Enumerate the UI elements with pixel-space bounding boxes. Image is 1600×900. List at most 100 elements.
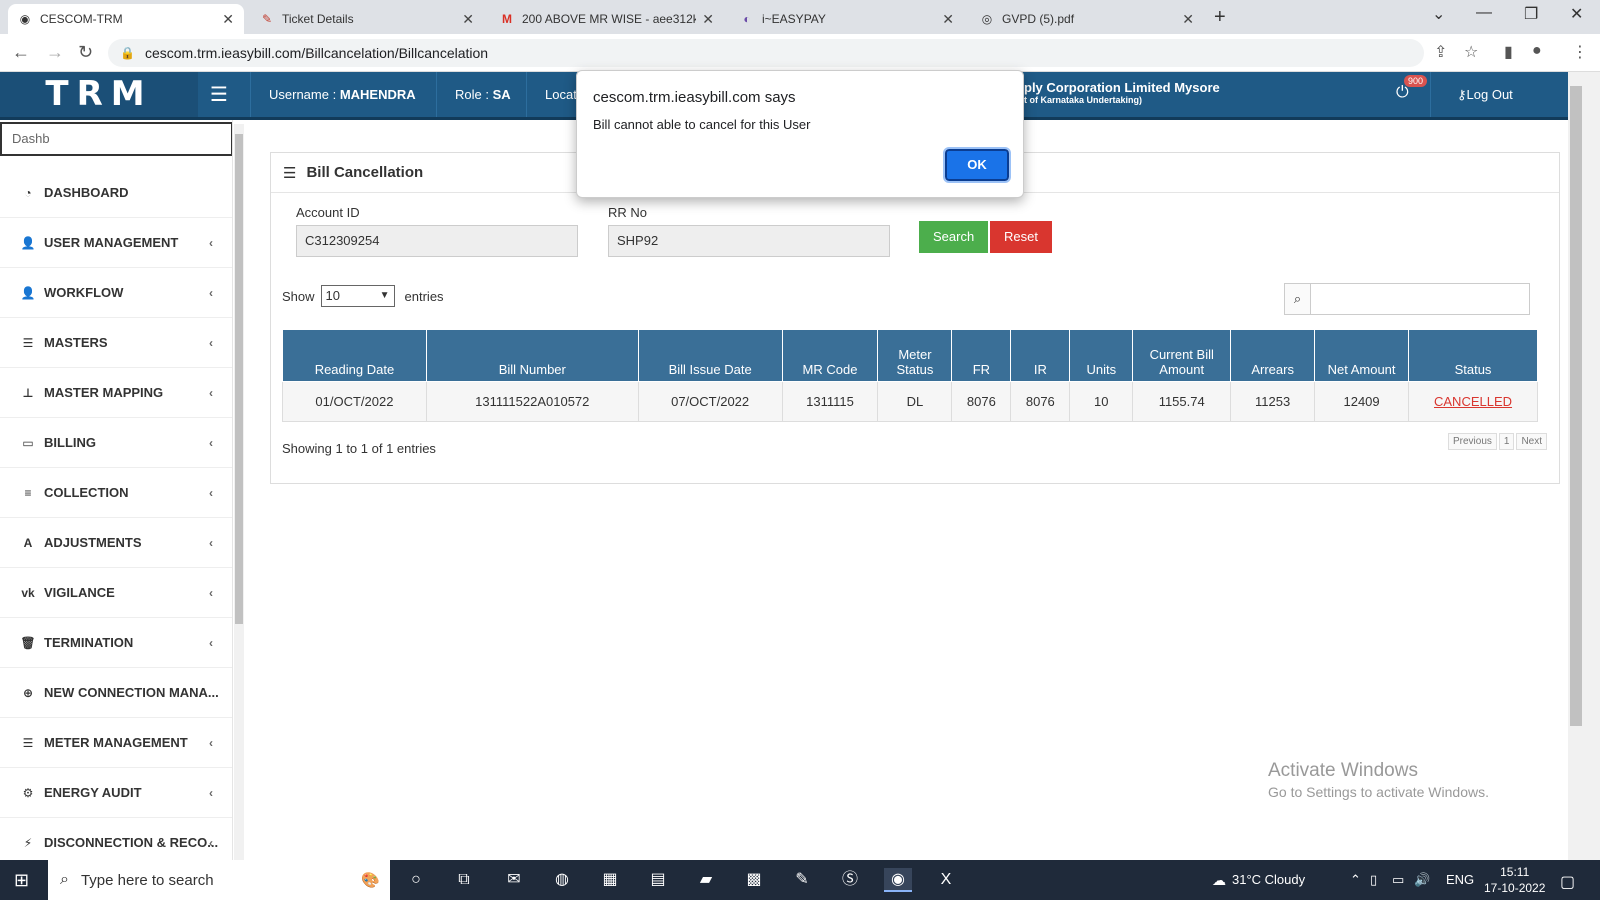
table-search-input[interactable] bbox=[1311, 284, 1529, 314]
language-indicator[interactable]: ENG bbox=[1446, 872, 1474, 887]
sidebar-item-energy-audit[interactable]: ⚙ ENERGY AUDIT ‹ bbox=[0, 768, 232, 818]
col-ir[interactable]: IR bbox=[1010, 329, 1071, 382]
ok-button[interactable]: OK bbox=[943, 147, 1011, 183]
task-view-icon[interactable]: ⧉ bbox=[450, 868, 478, 892]
entries-select[interactable]: 10 ▼ bbox=[320, 285, 395, 307]
mail-icon[interactable]: ✉ bbox=[500, 868, 528, 892]
weather-text[interactable]: 31°C Cloudy bbox=[1232, 872, 1305, 887]
sidebar-item-collection[interactable]: ≡ COLLECTION ‹ bbox=[0, 468, 232, 518]
avatar[interactable]: ● bbox=[1532, 42, 1542, 60]
edge-icon[interactable]: ◍ bbox=[548, 868, 576, 892]
close-window-icon[interactable]: ✕ bbox=[1570, 4, 1583, 24]
sidebar-search-input[interactable]: Dashb bbox=[0, 122, 232, 156]
close-icon[interactable]: ✕ bbox=[1182, 11, 1194, 28]
sidebar-item-vigilance[interactable]: vk VIGILANCE ‹ bbox=[0, 568, 232, 618]
col-fr[interactable]: FR bbox=[951, 329, 1012, 382]
col-meter-status[interactable]: Meter Status bbox=[877, 329, 953, 382]
reload-icon[interactable]: ↻ bbox=[78, 42, 93, 63]
col-mr-code[interactable]: MR Code bbox=[781, 329, 879, 382]
tab-easypay[interactable]: ◐ i~EASYPAY ✕ bbox=[730, 4, 964, 34]
cortana-icon[interactable]: ○ bbox=[402, 868, 430, 892]
sidebar-item-new-connection[interactable]: ⊕ NEW CONNECTION MANA... bbox=[0, 668, 232, 718]
sidebar-item-user-management[interactable]: 👤 USER MANAGEMENT ‹ bbox=[0, 218, 232, 268]
close-icon[interactable]: ✕ bbox=[702, 11, 714, 28]
col-status[interactable]: Status bbox=[1408, 329, 1538, 382]
sidebar-item-adjustments[interactable]: A ADJUSTMENTS ‹ bbox=[0, 518, 232, 568]
calendar-icon[interactable]: ▤ bbox=[644, 868, 672, 892]
col-bill-issue-date[interactable]: Bill Issue Date bbox=[637, 329, 783, 382]
entries-label: entries bbox=[404, 288, 444, 304]
notification-center-icon[interactable]: ▢ bbox=[1560, 872, 1575, 892]
sidebar-item-disconnection[interactable]: ⚡ DISCONNECTION & RECO... ‹ bbox=[0, 818, 232, 860]
paint-icon[interactable]: ✎ bbox=[788, 868, 816, 892]
page-1-button[interactable]: 1 bbox=[1498, 433, 1515, 450]
status-link[interactable]: CANCELLED bbox=[1434, 394, 1512, 409]
close-icon[interactable]: ✕ bbox=[222, 11, 234, 28]
scrollbar-thumb[interactable] bbox=[235, 134, 243, 624]
chevron-down-icon[interactable]: ⌄ bbox=[1432, 4, 1445, 24]
search-button[interactable]: Search bbox=[919, 221, 989, 253]
weather-icon[interactable]: ☁ bbox=[1212, 872, 1226, 889]
clock[interactable]: 15:11 17-10-2022 bbox=[1484, 864, 1545, 896]
page-scrollbar[interactable] bbox=[1568, 72, 1600, 860]
col-net-amount[interactable]: Net Amount bbox=[1314, 329, 1410, 382]
hamburger-icon[interactable]: ☰ bbox=[210, 82, 228, 107]
power-icon[interactable]: ⏻ bbox=[1396, 84, 1409, 102]
sidebar-item-masters[interactable]: ☰ MASTERS ‹ bbox=[0, 318, 232, 368]
url-field[interactable]: 🔒 cescom.trm.ieasybill.com/Billcancelati… bbox=[108, 39, 1424, 67]
col-units[interactable]: Units bbox=[1069, 329, 1134, 382]
volume-icon[interactable]: 🔊 bbox=[1414, 872, 1430, 888]
tab-ticket-details[interactable]: ✎ Ticket Details ✕ bbox=[250, 4, 484, 34]
table-info: Showing 1 to 1 of 1 entries bbox=[282, 441, 436, 456]
sidebar-item-workflow[interactable]: 👤 WORKFLOW ‹ bbox=[0, 268, 232, 318]
cell-status: CANCELLED bbox=[1408, 381, 1538, 422]
restore-icon[interactable]: ❐ bbox=[1524, 4, 1538, 24]
close-icon[interactable]: ✕ bbox=[942, 11, 954, 28]
tab-gvpd-pdf[interactable]: ◎ GVPD (5).pdf ✕ bbox=[970, 4, 1204, 34]
taskbar-search[interactable]: ⌕ Type here to search 🎨 bbox=[48, 860, 390, 900]
sidebar-item-dashboard[interactable]: ◔ DASHBOARD bbox=[0, 168, 232, 218]
tab-gmail[interactable]: M 200 ABOVE MR WISE - aee312ko ✕ bbox=[490, 4, 724, 34]
minimize-icon[interactable]: — bbox=[1476, 4, 1492, 22]
sidebar-item-meter-management[interactable]: ☰ METER MANAGEMENT ‹ bbox=[0, 718, 232, 768]
store-icon[interactable]: ▦ bbox=[596, 868, 624, 892]
next-button[interactable]: Next bbox=[1516, 433, 1547, 450]
network-icon[interactable]: ▭ bbox=[1392, 872, 1404, 888]
col-bill-number[interactable]: Bill Number bbox=[425, 329, 639, 382]
windows-start-icon[interactable]: ⊞ bbox=[14, 870, 29, 891]
chevron-up-icon[interactable]: ⌃ bbox=[1350, 872, 1361, 888]
share-icon[interactable]: ⇪ bbox=[1434, 42, 1447, 62]
sidebar-item-termination[interactable]: 🗑 TERMINATION ‹ bbox=[0, 618, 232, 668]
sidebar-scrollbar[interactable] bbox=[234, 124, 244, 860]
side-panel-icon[interactable]: ▮ bbox=[1504, 42, 1513, 62]
more-icon[interactable]: ⋮ bbox=[1572, 42, 1588, 62]
reset-button[interactable]: Reset bbox=[990, 221, 1052, 253]
col-current-bill-amount[interactable]: Current Bill Amount bbox=[1132, 329, 1232, 382]
dialog-message: Bill cannot able to cancel for this User bbox=[593, 117, 811, 132]
rr-no-input[interactable]: SHP92 bbox=[608, 225, 890, 257]
chrome-icon[interactable]: ◉ bbox=[884, 868, 912, 892]
scrollbar-thumb[interactable] bbox=[1570, 86, 1582, 726]
battery-icon[interactable]: ▯ bbox=[1370, 872, 1377, 888]
skype-icon[interactable]: Ⓢ bbox=[836, 868, 864, 892]
logout-button[interactable]: ⚷Log Out bbox=[1430, 72, 1539, 117]
calculator-icon[interactable]: ▩ bbox=[740, 868, 768, 892]
role-info: Role : SA bbox=[436, 72, 529, 117]
excel-icon[interactable]: X bbox=[932, 868, 960, 892]
previous-button[interactable]: Previous bbox=[1447, 433, 1497, 450]
forward-icon[interactable]: → bbox=[46, 42, 64, 63]
star-icon[interactable]: ☆ bbox=[1464, 42, 1478, 62]
close-icon[interactable]: ✕ bbox=[462, 11, 474, 28]
sidebar-item-label: VIGILANCE bbox=[44, 585, 115, 600]
sidebar-item-master-mapping[interactable]: ⊥ MASTER MAPPING ‹ bbox=[0, 368, 232, 418]
new-tab-icon[interactable]: + bbox=[1214, 6, 1226, 29]
col-arrears[interactable]: Arrears bbox=[1230, 329, 1316, 382]
tab-cescom-trm[interactable]: ◉ CESCOM-TRM ✕ bbox=[8, 4, 244, 34]
file-explorer-icon[interactable]: ▰ bbox=[692, 868, 720, 892]
back-icon[interactable]: ← bbox=[12, 42, 30, 63]
col-reading-date[interactable]: Reading Date bbox=[282, 329, 427, 382]
account-id-input[interactable]: C312309254 bbox=[296, 225, 578, 257]
cell-reading-date: 01/OCT/2022 bbox=[282, 381, 427, 422]
chevron-left-icon: ‹ bbox=[209, 435, 213, 450]
sidebar-item-billing[interactable]: ▭ BILLING ‹ bbox=[0, 418, 232, 468]
